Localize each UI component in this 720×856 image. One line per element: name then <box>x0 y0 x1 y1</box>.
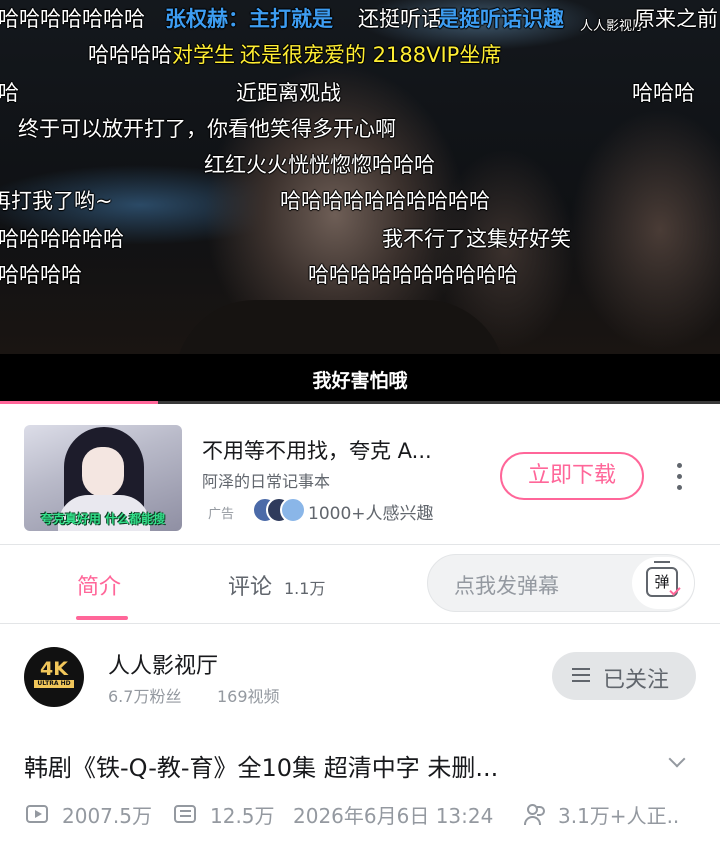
progress-fill <box>0 401 159 404</box>
video-player[interactable]: 哈哈哈哈哈哈哈 张权赫：主打就是 还挺听话 是挺听话识趣 人人影视厅 原来之前 … <box>0 0 720 404</box>
danmaku-comment: 哈哈哈 <box>632 81 695 105</box>
danmaku-comment: 对学生 <box>172 43 235 67</box>
uploader-videos: 169视频 <box>217 687 280 706</box>
download-button[interactable]: 立即下载 <box>500 452 644 500</box>
danmaku-input-placeholder: 点我发弹幕 <box>454 574 559 598</box>
danmaku-comment: 张权赫：主打就是 <box>165 7 333 31</box>
video-stats: 2007.5万 12.5万 2026年6月6日 13:24 3.1万+人正.. <box>0 800 720 830</box>
danmaku-toggle-button[interactable]: 弹 <box>632 557 694 609</box>
danmaku-comment: 我不行了这集好好笑 <box>382 227 571 251</box>
video-subtitle: 我好害怕哦 <box>312 370 408 392</box>
danmaku-comment: 还是很宠爱的 2188VIP坐席 <box>240 43 502 67</box>
ad-advertiser: 阿泽的日常记事本 <box>202 472 331 491</box>
uploader-name[interactable]: 人人影视厅 <box>108 648 218 680</box>
ad-card[interactable]: 夸克真好用 什么都能搜 不用等不用找，夸克 A... 阿泽的日常记事本 广告 1… <box>0 405 720 543</box>
follow-button[interactable]: 已关注 <box>552 652 696 700</box>
people-icon <box>524 804 548 826</box>
tab-bar: 简介 评论 1.1万 点我发弹幕 弹 <box>0 545 720 623</box>
avatar-badge: 4K <box>40 658 68 680</box>
ad-thumbnail-face <box>82 447 124 497</box>
avatar <box>280 497 306 523</box>
divider <box>0 623 720 624</box>
ad-interest-count: 1000+人感兴趣 <box>308 504 434 524</box>
danmaku-comment: 原来之前 <box>634 7 718 31</box>
ad-thumbnail-caption: 夸克真好用 什么都能搜 <box>40 512 166 526</box>
danmaku-comment: 哈哈哈哈哈哈哈哈哈哈 <box>280 189 490 213</box>
view-count: 2007.5万 <box>62 804 152 828</box>
ad-thumbnail[interactable]: 夸克真好用 什么都能搜 <box>24 425 182 531</box>
danmaku-comment: 哈哈哈哈哈哈哈哈哈哈 <box>308 263 518 287</box>
danmaku-comment: 哈哈哈哈哈哈 <box>0 227 124 251</box>
ad-title[interactable]: 不用等不用找，夸克 A... <box>202 435 432 465</box>
ad-interest-avatars <box>252 497 306 523</box>
comments-count: 1.1万 <box>284 579 326 598</box>
danmaku-comment: 是挺听话识趣 <box>438 7 564 31</box>
danmaku-comment: 还挺听话 <box>358 7 442 31</box>
chevron-down-icon[interactable] <box>668 750 688 772</box>
danmaku-comment: 哈哈哈哈 <box>88 43 172 67</box>
publish-time: 2026年6月6日 13:24 <box>293 804 494 828</box>
tab-intro[interactable]: 简介 <box>77 569 121 601</box>
danmaku-comment: 近距离观战 <box>236 81 341 105</box>
uploader-avatar[interactable]: 4K ULTRA HD <box>24 647 84 707</box>
video-title[interactable]: 韩剧《铁-Q-教-育》全10集 超清中字 未删... <box>24 748 634 783</box>
danmaku-count: 12.5万 <box>210 804 275 828</box>
danmaku-comment: 再打我了哟~ <box>0 189 113 213</box>
menu-icon <box>572 668 592 684</box>
danmaku-input[interactable]: 点我发弹幕 弹 <box>427 554 695 612</box>
tab-active-indicator <box>76 616 128 620</box>
danmaku-comment: 哈哈哈哈哈哈哈 <box>0 7 145 31</box>
danmaku-count-icon <box>174 805 196 823</box>
ad-label: 广告 <box>208 507 235 522</box>
danmaku-comment: 红红火火恍恍惚惚哈哈哈 <box>204 153 435 177</box>
danmaku-comment: 哈 <box>0 81 19 105</box>
avatar-badge-sub: ULTRA HD <box>34 680 74 688</box>
danmaku-comment: 哈哈哈哈 <box>0 263 82 287</box>
uploader-fans: 6.7万粉丝 <box>108 687 182 706</box>
more-options-icon[interactable] <box>668 463 692 491</box>
watching-count: 3.1万+人正.. <box>558 804 680 828</box>
follow-label: 已关注 <box>603 668 670 693</box>
tab-comments[interactable]: 评论 <box>228 569 272 601</box>
play-icon <box>26 805 48 823</box>
danmaku-comment: 终于可以放开打了，你看他笑得多开心啊 <box>18 117 396 141</box>
